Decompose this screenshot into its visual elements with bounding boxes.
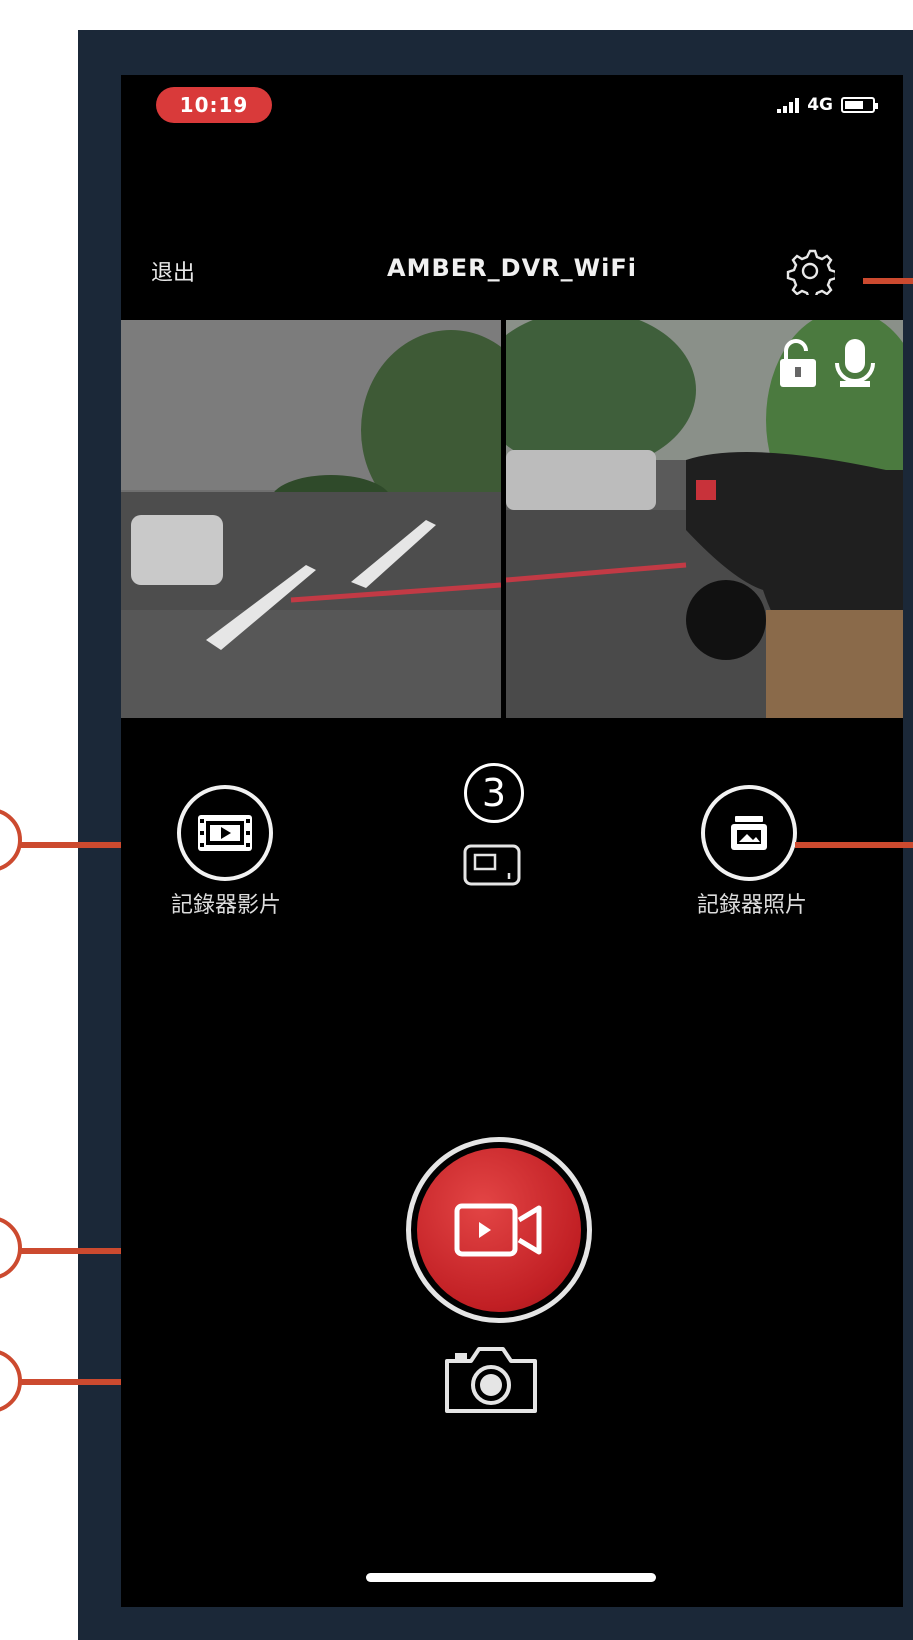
gear-icon[interactable]: [785, 247, 838, 301]
status-time: 10:19: [156, 87, 272, 123]
callout-line-settings: [863, 278, 913, 284]
recorder-video-label: 記錄器影片: [170, 893, 281, 918]
recorder-photo-button[interactable]: [701, 785, 797, 881]
step-number: 3: [464, 763, 524, 823]
recorder-video-button[interactable]: [177, 785, 273, 881]
recorder-photo-label: 記錄器照片: [696, 893, 807, 918]
app-screenshot: 10:19 4G 退出 AMBER_DVR_WiFi 記錄器影片 3 記錄器照片: [0, 0, 913, 1640]
video-camera-icon: [454, 1203, 542, 1257]
callout-marker-video: [0, 808, 22, 872]
phone-screen: 10:19 4G 退出 AMBER_DVR_WiFi 記錄器影片 3 記錄器照片: [121, 75, 903, 1607]
camera-icon[interactable]: [443, 1343, 539, 1415]
network-type: 4G: [807, 95, 833, 115]
film-icon: [198, 815, 252, 851]
home-indicator[interactable]: [366, 1573, 656, 1582]
feed-overlay-icons: [776, 337, 878, 389]
record-button-fill: [417, 1148, 581, 1312]
screen-switch-icon[interactable]: [462, 843, 522, 887]
callout-line-photos: [795, 842, 913, 848]
callout-marker-snapshot: [0, 1349, 22, 1413]
callout-marker-record: [0, 1216, 22, 1280]
unlock-icon[interactable]: [776, 337, 820, 389]
record-button[interactable]: [406, 1137, 592, 1323]
status-indicators: 4G: [777, 95, 878, 115]
signal-icon: [777, 97, 800, 113]
front-camera-view: [121, 320, 501, 718]
photo-icon: [731, 816, 767, 850]
battery-icon: [841, 97, 878, 113]
microphone-icon[interactable]: [832, 337, 878, 389]
